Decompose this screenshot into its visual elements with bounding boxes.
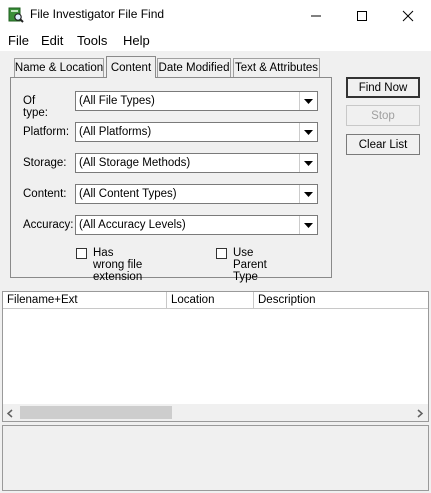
horizontal-scrollbar[interactable]: [3, 404, 428, 421]
content-value: (All Content Types): [79, 188, 177, 200]
minimize-button[interactable]: [293, 0, 339, 31]
window-title: File Investigator File Find: [30, 7, 165, 21]
column-filename[interactable]: Filename+Ext: [3, 292, 167, 309]
minimize-icon: [311, 15, 321, 16]
tab-date-modified[interactable]: Date Modified: [157, 58, 231, 77]
details-pane: [2, 425, 429, 491]
find-now-button[interactable]: Find Now: [346, 77, 420, 98]
type-select[interactable]: (All File Types): [75, 91, 318, 111]
content-select[interactable]: (All Content Types): [75, 184, 318, 204]
type-value: (All File Types): [79, 95, 155, 107]
stop-button[interactable]: Stop: [346, 105, 420, 126]
column-description[interactable]: Description: [254, 292, 428, 309]
dropdown-arrow-icon[interactable]: [299, 123, 317, 141]
dropdown-arrow-icon[interactable]: [299, 154, 317, 172]
parent-type-checkbox[interactable]: [216, 248, 227, 259]
dropdown-arrow-icon[interactable]: [299, 92, 317, 110]
menu-edit[interactable]: Edit: [41, 33, 63, 48]
close-icon: [402, 10, 414, 21]
parent-type-label[interactable]: Use Parent Type: [233, 247, 267, 283]
tab-content[interactable]: Content: [106, 56, 156, 78]
clear-list-button[interactable]: Clear List: [346, 134, 420, 155]
scroll-left-icon[interactable]: [6, 408, 14, 421]
wrong-extension-label[interactable]: Has wrong file extension: [93, 247, 142, 283]
storage-select[interactable]: (All Storage Methods): [75, 153, 318, 173]
menu-file[interactable]: File: [8, 33, 29, 48]
storage-value: (All Storage Methods): [79, 157, 191, 169]
accuracy-label: Accuracy:: [23, 219, 74, 231]
menu-tools[interactable]: Tools: [77, 33, 107, 48]
platform-select[interactable]: (All Platforms): [75, 122, 318, 142]
type-label: Of type:: [23, 95, 48, 119]
platform-label: Platform:: [23, 126, 70, 138]
menu-bar: File Edit Tools Help: [0, 31, 431, 52]
maximize-icon: [357, 10, 367, 21]
dropdown-arrow-icon[interactable]: [299, 216, 317, 234]
accuracy-value: (All Accuracy Levels): [79, 219, 186, 231]
platform-value: (All Platforms): [79, 126, 152, 138]
storage-label: Storage:: [23, 157, 67, 169]
results-list[interactable]: Filename+Ext Location Description: [2, 291, 429, 422]
scroll-right-icon[interactable]: [416, 408, 424, 421]
app-magnifier-icon: [8, 7, 24, 23]
content-label: Content:: [23, 188, 67, 200]
menu-help[interactable]: Help: [123, 33, 150, 48]
accuracy-select[interactable]: (All Accuracy Levels): [75, 215, 318, 235]
dropdown-arrow-icon[interactable]: [299, 185, 317, 203]
wrong-extension-checkbox[interactable]: [76, 248, 87, 259]
close-button[interactable]: [385, 0, 431, 31]
title-bar: File Investigator File Find: [0, 0, 431, 31]
tab-name-location[interactable]: Name & Location: [14, 58, 104, 77]
scroll-thumb[interactable]: [20, 406, 172, 419]
tab-text-attributes[interactable]: Text & Attributes: [233, 58, 320, 77]
column-location[interactable]: Location: [167, 292, 254, 309]
maximize-button[interactable]: [339, 0, 385, 31]
